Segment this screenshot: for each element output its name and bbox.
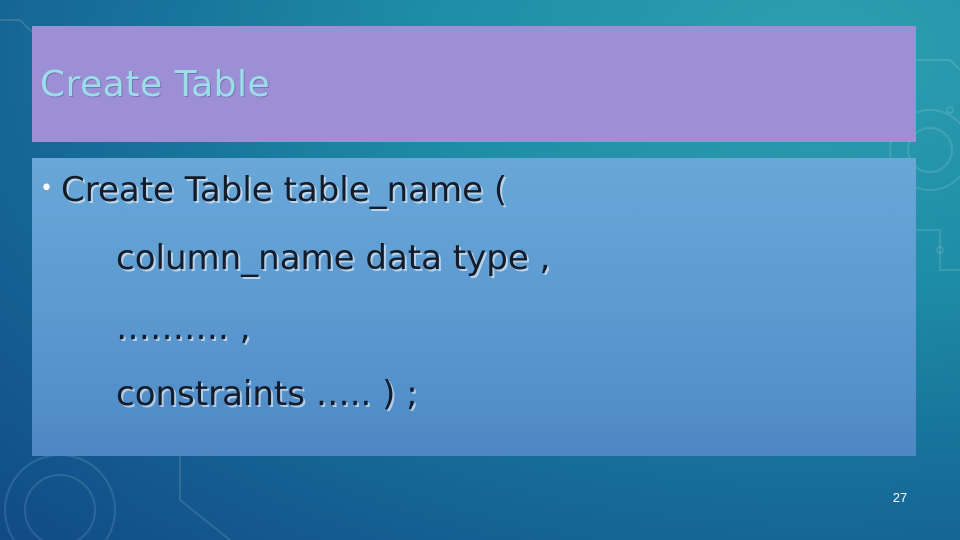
content-box: • Create Table table_name ( column_name …	[32, 158, 916, 456]
bullet-icon: •	[40, 176, 53, 201]
body-line-4: constraints ….. ) ;	[116, 374, 418, 414]
slide-number: 27	[892, 490, 908, 505]
body-line-2: column_name data type ,	[116, 238, 551, 278]
body-line-1: Create Table table_name (	[60, 170, 508, 210]
slide-title: Create Table	[40, 64, 271, 105]
body-line-3: ………. ,	[116, 308, 251, 348]
title-box: Create Table	[32, 26, 916, 142]
bullet-item: • Create Table table_name (	[40, 170, 507, 210]
